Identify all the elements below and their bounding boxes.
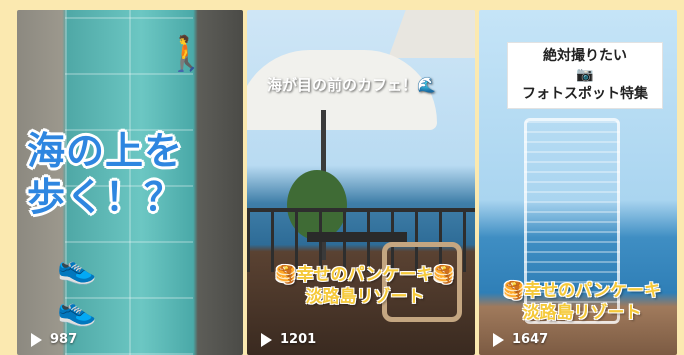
view-count-number: 987 — [50, 332, 78, 347]
pancake-emoji-icon: 🥞 — [275, 265, 297, 285]
caption-line: 海の上を — [27, 129, 184, 173]
view-count: 1647 — [493, 332, 548, 347]
camera-emoji-icon: 📷 — [576, 67, 594, 83]
card-3-caption: 🥞幸せのパンケーキ 淡路島リゾート — [487, 280, 677, 324]
view-count-number: 1201 — [280, 332, 317, 347]
play-icon — [31, 332, 42, 347]
wave-emoji-icon: 🌊 — [417, 76, 436, 94]
caption-line: 淡路島リゾート — [305, 287, 425, 307]
caption-line: 🥞幸せのパンケーキ — [487, 280, 677, 302]
caption-text: 幸せのパンケーキ — [524, 281, 662, 301]
play-icon — [493, 332, 504, 347]
caption-text: 幸せのパンケーキ — [296, 265, 434, 285]
top-caption-text: 海が目の前のカフェ！ — [267, 76, 418, 94]
card-2-caption: 🥞幸せのパンケーキ🥞 淡路島リゾート — [265, 264, 465, 308]
video-card-3[interactable]: 絶対撮りたい 📷 フォトスポット特集 🥞幸せのパンケーキ 淡路島リゾート 1647 — [479, 10, 677, 355]
play-icon — [261, 332, 272, 347]
pancake-emoji-icon: 🥞 — [502, 281, 525, 301]
view-count: 987 — [31, 332, 77, 347]
walker-emoji-icon: 🚶 — [165, 34, 208, 74]
view-count-number: 1647 — [512, 332, 549, 347]
title-text: 絶対撮りたい — [543, 48, 627, 64]
table-shape — [307, 232, 407, 242]
sneaker-emoji-icon: 👟 👟 — [57, 248, 97, 328]
video-card-1[interactable]: 🚶 海の上を 歩く！？ 👟 👟 987 — [17, 10, 243, 355]
title-line: フォトスポット特集 — [522, 86, 648, 102]
card-2-top-caption: 海が目の前のカフェ！🌊 — [267, 74, 436, 95]
title-line: 絶対撮りたい 📷 — [508, 47, 662, 85]
caption-line: 歩く！？ — [27, 175, 184, 219]
caption-line: 🥞幸せのパンケーキ🥞 — [265, 264, 465, 286]
card-1-caption: 海の上を 歩く！？ — [27, 128, 237, 220]
caption-line: 淡路島リゾート — [522, 303, 642, 323]
card-3-title-box: 絶対撮りたい 📷 フォトスポット特集 — [507, 42, 663, 109]
pancake-emoji-icon: 🥞 — [433, 265, 455, 285]
umbrella-shape — [388, 10, 475, 58]
view-count: 1201 — [261, 332, 316, 347]
video-card-2[interactable]: 海が目の前のカフェ！🌊 🥞幸せのパンケーキ🥞 淡路島リゾート 1201 — [247, 10, 475, 355]
